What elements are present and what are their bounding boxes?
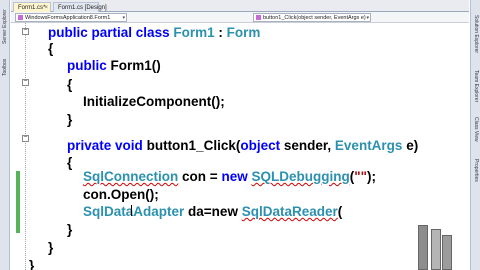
code-line-5: InitializeComponent(); [83, 94, 225, 109]
server-explorer-tab[interactable]: Server Explorer [0, 6, 10, 48]
toolbox-tab[interactable]: Toolbox [0, 52, 10, 82]
text-cursor [131, 205, 132, 216]
method-icon [256, 15, 261, 21]
team-explorer-tab[interactable]: Team Explorer [471, 64, 480, 108]
document-tab-bar: Form1.cs* × Form1.cs [Design] [11, 0, 469, 12]
team-explorer-label: Team Explorer [473, 69, 479, 103]
class-dropdown[interactable]: WindowsFormsApplication8.Form1 ▾ [15, 13, 127, 22]
scroll-thumb[interactable] [442, 235, 452, 270]
code-line-13: } [48, 240, 54, 255]
class-icon [18, 15, 23, 21]
class-view-label: Class View [473, 116, 479, 142]
tab-form1-cs[interactable]: Form1.cs* × [13, 2, 51, 12]
member-dropdown[interactable]: button1_Click(object sender, EventArgs e… [253, 13, 371, 22]
code-line-12: } [67, 222, 73, 237]
tab-form1-designer[interactable]: Form1.cs [Design] [53, 2, 107, 12]
member-dropdown-value: button1_Click(object sender, EventArgs e… [263, 15, 366, 21]
code-line-7: private void button1_Click(object sender… [67, 138, 419, 153]
properties-label: Properties [473, 158, 479, 182]
collapse-class-icon[interactable]: − [22, 28, 29, 35]
right-dock: Solution Explorer Team Explorer Class Vi… [470, 0, 480, 270]
collapse-method-icon[interactable]: − [22, 135, 29, 142]
scroll-thumbs[interactable] [418, 225, 452, 270]
navigation-bar: WindowsFormsApplication8.Form1 ▾ button1… [11, 12, 469, 23]
tab-label: Form1.cs* [18, 5, 46, 11]
code-editor[interactable]: − − − public partial class Form1 : Form … [11, 23, 469, 270]
change-tracking-bar [16, 171, 20, 233]
code-line-14: } [29, 258, 35, 270]
code-line-11: SqlDataAdapter da=new SqlDataReader( [83, 204, 343, 219]
code-line-4: { [67, 77, 73, 92]
solution-explorer-tab[interactable]: Solution Explorer [471, 8, 480, 60]
toolbox-label: Toolbox [2, 58, 8, 76]
code-line-3: public Form1() [67, 58, 161, 73]
chevron-down-icon: ▾ [122, 15, 125, 21]
tab-label: Form1.cs [Design] [58, 5, 107, 11]
scroll-thumb[interactable] [418, 225, 428, 270]
chevron-down-icon: ▾ [366, 15, 369, 21]
server-explorer-label: Server Explorer [2, 9, 8, 45]
code-line-6: } [67, 112, 73, 127]
code-line-8: { [67, 155, 73, 170]
scroll-thumb[interactable] [431, 229, 441, 270]
collapse-constructor-icon[interactable]: − [22, 79, 29, 86]
outline-guide [25, 23, 26, 270]
class-dropdown-value: WindowsFormsApplication8.Form1 [25, 15, 111, 21]
code-line-9: SqlConnection con = new SQLDebugging("")… [83, 169, 377, 184]
class-view-tab[interactable]: Class View [471, 112, 480, 146]
code-line-2: { [48, 41, 54, 56]
left-dock: Server Explorer Toolbox [0, 0, 10, 270]
code-line-1: public partial class Form1 : Form [48, 25, 261, 40]
properties-tab[interactable]: Properties [471, 150, 480, 190]
solution-explorer-label: Solution Explorer [473, 14, 479, 54]
